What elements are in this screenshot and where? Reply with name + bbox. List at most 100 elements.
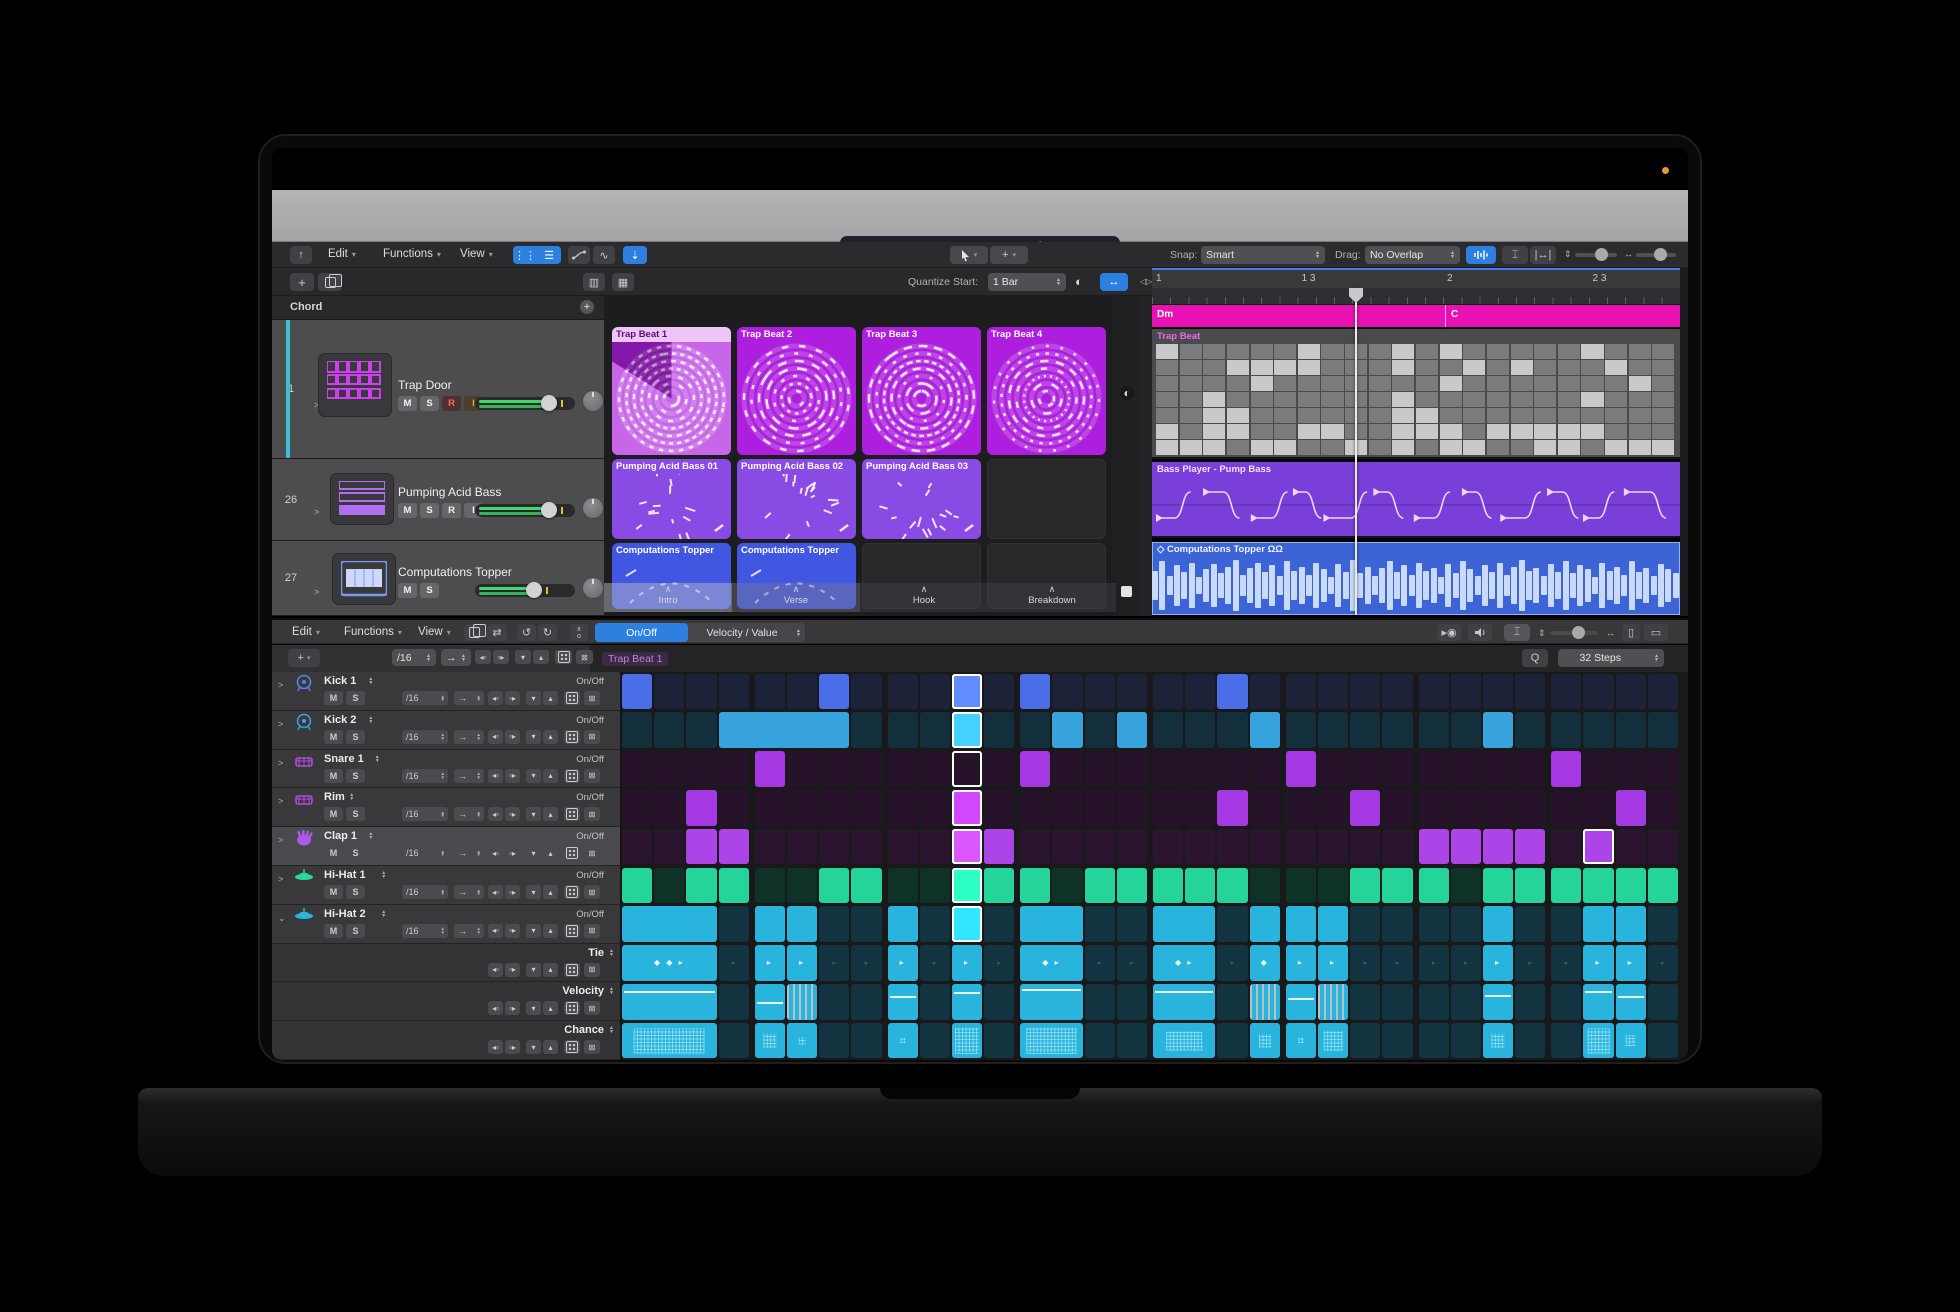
row-rotate-right[interactable]: ▫▸ [505, 730, 520, 744]
step-cell-on-hi-hat-1-11[interactable] [952, 868, 982, 904]
row-direction-popup[interactable]: →▲▼ [454, 691, 484, 705]
step-cell-off-tie-8[interactable]: ▸ [851, 945, 881, 981]
row-direction-popup[interactable]: →▲▼ [454, 846, 484, 860]
row-rate-popup[interactable]: /16▲▼ [402, 924, 448, 938]
step-cell-off-kick-1-2[interactable] [654, 674, 684, 710]
track-r-button[interactable]: R [442, 396, 461, 411]
row-rotate-right[interactable]: ▫▸ [505, 885, 520, 899]
step-cell-on-hi-hat-1-15[interactable] [1085, 868, 1115, 904]
row-increment[interactable]: ▴ [543, 691, 558, 705]
snap-popup[interactable]: Smart▲▼ [1201, 246, 1325, 264]
step-cell-off-hi-hat-1-9[interactable] [888, 868, 918, 904]
step-cell-off-rim-20[interactable] [1250, 790, 1280, 826]
step-cell-off-rim-8[interactable] [851, 790, 881, 826]
row-mute-button[interactable]: M [324, 924, 343, 938]
step-cell-off-chance-10[interactable] [920, 1023, 950, 1059]
step-cell-off-clap-1-19[interactable] [1217, 829, 1247, 865]
step-cell-on-rim-3[interactable] [686, 790, 716, 826]
step-cell-off-chance-25[interactable] [1419, 1023, 1449, 1059]
step-cell-off-kick-2-26[interactable] [1451, 712, 1481, 748]
step-cell-off-clap-1-23[interactable] [1350, 829, 1380, 865]
step-cell-off-snare-1-4[interactable] [719, 751, 749, 787]
pan-knob[interactable] [582, 577, 604, 599]
step-cell-on-tie-13[interactable]: ◆ ▸ [1020, 945, 1082, 981]
step-cell-on-hi-hat-1-28[interactable] [1515, 868, 1545, 904]
step-cell-off-rim-21[interactable] [1286, 790, 1316, 826]
loop-cell-trap-beat-1-selected[interactable]: Trap Beat 1 [612, 327, 731, 455]
step-cell-on-hi-hat-1-31[interactable] [1616, 868, 1646, 904]
step-cell-off-kick-1-15[interactable] [1085, 674, 1115, 710]
step-cell-off-kick-1-25[interactable] [1419, 674, 1449, 710]
step-cell-on-hi-hat-1-7[interactable] [819, 868, 849, 904]
step-cell-on-chance-6[interactable] [787, 1023, 817, 1059]
goto-beginning-button[interactable]: ↑ [290, 246, 312, 264]
row-rotate-right[interactable]: ▫▸ [505, 769, 520, 783]
seq-row-kick-2[interactable]: >Kick 2▲▼On/OffMS/16▲▼→▲▼◂▫▫▸▾▴⊠ [272, 711, 620, 750]
step-cell-off-hi-hat-1-26[interactable] [1451, 868, 1481, 904]
step-cell-off-rim-26[interactable] [1451, 790, 1481, 826]
step-cell-on-kick-1-19[interactable] [1217, 674, 1247, 710]
step-cell-off-kick-2-25[interactable] [1419, 712, 1449, 748]
step-cell-off-snare-1-8[interactable] [851, 751, 881, 787]
step-cell-off-kick-1-23[interactable] [1350, 674, 1380, 710]
step-cell-off-velocity-8[interactable] [851, 984, 881, 1020]
step-cell-off-snare-1-31[interactable] [1616, 751, 1646, 787]
step-cell-off-rim-6[interactable] [787, 790, 817, 826]
step-cell-on-chance-27[interactable] [1483, 1023, 1513, 1059]
row-clear[interactable]: ⊠ [584, 769, 600, 783]
step-cell-off-rim-32[interactable] [1648, 790, 1678, 826]
loop-cell-pumping-acid-bass-02[interactable]: Pumping Acid Bass 02 [737, 459, 856, 539]
step-cell-on-hi-hat-1-13[interactable] [1020, 868, 1050, 904]
step-cell-on-tie-31[interactable]: ▸ [1616, 945, 1646, 981]
step-cell-off-snare-1-23[interactable] [1350, 751, 1380, 787]
step-cell-off-chance-23[interactable] [1350, 1023, 1380, 1059]
scene-trigger-verse[interactable]: ∧Verse [732, 583, 860, 612]
step-cell-off-clap-1-18[interactable] [1185, 829, 1215, 865]
row-rotate-left[interactable]: ◂▫ [488, 963, 503, 977]
horizontal-zoom-thumb[interactable] [1654, 248, 1667, 261]
step-cell-on-hi-hat-1-23[interactable] [1350, 868, 1380, 904]
step-cell-on-clap-1-4[interactable] [719, 829, 749, 865]
row-solo-button[interactable]: S [346, 730, 365, 744]
row-name-stepper[interactable]: ▲▼ [368, 677, 373, 685]
step-cell-on-chance-1[interactable] [622, 1023, 717, 1059]
step-cell-off-chance-15[interactable] [1085, 1023, 1115, 1059]
tracks-menu-edit[interactable]: Edit▾ [328, 248, 356, 260]
step-cell-off-kick-2-19[interactable] [1217, 712, 1247, 748]
step-cell-on-hi-hat-2-6[interactable] [787, 906, 817, 942]
step-cell-on-hi-hat-1-24[interactable] [1382, 868, 1412, 904]
seq-row-clap-1[interactable]: >Clap 1▲▼On/OffMS/16▲▼→▲▼◂▫▫▸▾▴⊠ [272, 827, 620, 866]
step-cell-off-kick-1-28[interactable] [1515, 674, 1545, 710]
catch-playhead-button[interactable]: ⇣ [623, 246, 647, 264]
row-rotate-right[interactable]: ▫▸ [505, 1001, 520, 1015]
step-cell-off-hi-hat-1-2[interactable] [654, 868, 684, 904]
step-cell-off-kick-2-8[interactable] [851, 712, 881, 748]
step-cell-off-tie-15[interactable]: ▸ [1085, 945, 1115, 981]
tracks-view-toggle[interactable]: ☰ [537, 246, 561, 264]
seq-monitor-button[interactable] [1468, 624, 1492, 641]
seq-pattern-name[interactable]: Trap Beat 1 [602, 652, 668, 666]
seq-quantize-button[interactable]: Q [1522, 649, 1548, 667]
step-cell-off-snare-1-15[interactable] [1085, 751, 1115, 787]
step-cell-on-clap-1-3[interactable] [686, 829, 716, 865]
step-cell-on-tie-17[interactable]: ◆ ▸ [1153, 945, 1215, 981]
step-cell-off-hi-hat-2-4[interactable] [719, 906, 749, 942]
step-cell-on-kick-1-1[interactable] [622, 674, 652, 710]
seq-arrow-popup[interactable]: →▲▼ [441, 649, 471, 666]
track-r-button[interactable]: R [442, 503, 461, 518]
step-cell-off-snare-1-22[interactable] [1318, 751, 1348, 787]
region-bass-player-pump-bass[interactable]: Bass Player - Pump Bass [1152, 462, 1680, 538]
step-cell-on-tie-6[interactable]: ▸ [787, 945, 817, 981]
step-cell-off-rim-2[interactable] [654, 790, 684, 826]
step-cell-off-hi-hat-2-26[interactable] [1451, 906, 1481, 942]
step-cell-on-chance-5[interactable] [755, 1023, 785, 1059]
step-cell-on-velocity-22[interactable] [1318, 984, 1348, 1020]
step-cell-on-velocity-31[interactable] [1616, 984, 1646, 1020]
step-cell-off-rim-7[interactable] [819, 790, 849, 826]
step-cell-off-snare-1-24[interactable] [1382, 751, 1412, 787]
chord-segment-dm[interactable]: Dm [1152, 305, 1445, 327]
step-cell-on-tie-5[interactable]: ▸ [755, 945, 785, 981]
step-cell-off-kick-1-21[interactable] [1286, 674, 1316, 710]
quantize-start-popup[interactable]: 1 Bar▲▼ [988, 273, 1066, 291]
step-cell-on-velocity-9[interactable] [888, 984, 918, 1020]
